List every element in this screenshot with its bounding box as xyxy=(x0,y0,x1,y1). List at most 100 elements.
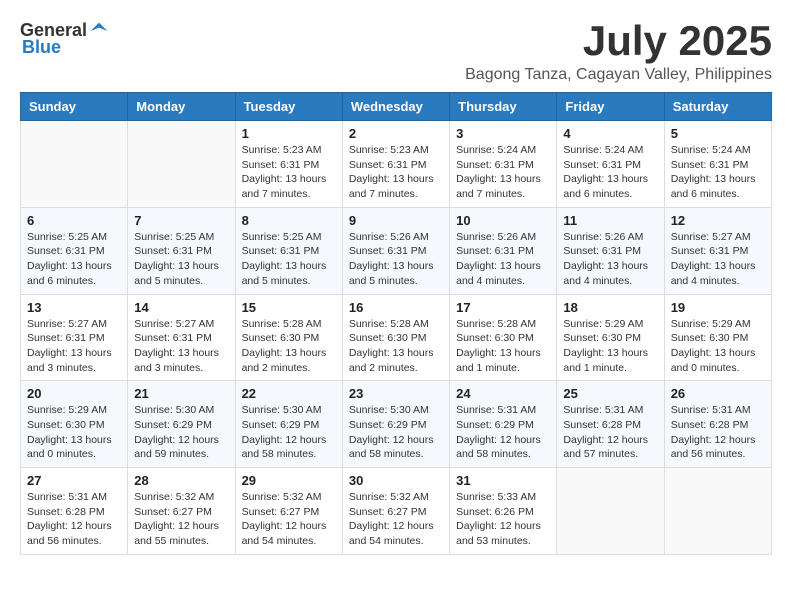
calendar-day-cell xyxy=(664,468,771,555)
calendar-day-cell: 2 Sunrise: 5:23 AMSunset: 6:31 PMDaylight… xyxy=(342,121,449,208)
calendar-day-cell: 27 Sunrise: 5:31 AMSunset: 6:28 PMDayligh… xyxy=(21,468,128,555)
day-info: Sunrise: 5:28 AMSunset: 6:30 PMDaylight:… xyxy=(349,317,443,376)
logo-blue: Blue xyxy=(22,37,61,58)
day-info: Sunrise: 5:30 AMSunset: 6:29 PMDaylight:… xyxy=(349,403,443,462)
calendar-table: SundayMondayTuesdayWednesdayThursdayFrid… xyxy=(20,92,772,555)
day-number: 16 xyxy=(349,300,443,315)
calendar-day-cell xyxy=(21,121,128,208)
day-number: 8 xyxy=(242,213,336,228)
day-info: Sunrise: 5:30 AMSunset: 6:29 PMDaylight:… xyxy=(134,403,228,462)
calendar-day-cell: 7 Sunrise: 5:25 AMSunset: 6:31 PMDaylight… xyxy=(128,207,235,294)
day-info: Sunrise: 5:29 AMSunset: 6:30 PMDaylight:… xyxy=(671,317,765,376)
day-info: Sunrise: 5:32 AMSunset: 6:27 PMDaylight:… xyxy=(349,490,443,549)
day-info: Sunrise: 5:27 AMSunset: 6:31 PMDaylight:… xyxy=(134,317,228,376)
page-header: General Blue July 2025 Bagong Tanza, Cag… xyxy=(20,20,772,84)
day-number: 29 xyxy=(242,473,336,488)
day-number: 20 xyxy=(27,386,121,401)
day-number: 17 xyxy=(456,300,550,315)
calendar-day-cell: 18 Sunrise: 5:29 AMSunset: 6:30 PMDayligh… xyxy=(557,294,664,381)
day-number: 2 xyxy=(349,126,443,141)
day-number: 18 xyxy=(563,300,657,315)
day-info: Sunrise: 5:24 AMSunset: 6:31 PMDaylight:… xyxy=(671,143,765,202)
day-number: 22 xyxy=(242,386,336,401)
day-number: 26 xyxy=(671,386,765,401)
day-number: 10 xyxy=(456,213,550,228)
calendar-day-cell: 20Sunrise: 5:29 AMSunset: 6:30 PMDayligh… xyxy=(21,381,128,468)
day-info: Sunrise: 5:26 AMSunset: 6:31 PMDaylight:… xyxy=(349,230,443,289)
calendar-weekday-header: Saturday xyxy=(664,93,771,121)
calendar-day-cell: 13Sunrise: 5:27 AMSunset: 6:31 PMDayligh… xyxy=(21,294,128,381)
calendar-day-cell: 23 Sunrise: 5:30 AMSunset: 6:29 PMDayligh… xyxy=(342,381,449,468)
calendar-day-cell xyxy=(128,121,235,208)
calendar-day-cell: 19 Sunrise: 5:29 AMSunset: 6:30 PMDayligh… xyxy=(664,294,771,381)
calendar-week-row: 27 Sunrise: 5:31 AMSunset: 6:28 PMDayligh… xyxy=(21,468,772,555)
day-info: Sunrise: 5:31 AMSunset: 6:28 PMDaylight:… xyxy=(27,490,121,549)
day-number: 9 xyxy=(349,213,443,228)
day-info: Sunrise: 5:28 AMSunset: 6:30 PMDaylight:… xyxy=(242,317,336,376)
month-title: July 2025 xyxy=(465,20,772,62)
day-info: Sunrise: 5:23 AMSunset: 6:31 PMDaylight:… xyxy=(242,143,336,202)
day-info: Sunrise: 5:25 AMSunset: 6:31 PMDaylight:… xyxy=(134,230,228,289)
calendar-weekday-header: Friday xyxy=(557,93,664,121)
calendar-day-cell: 10 Sunrise: 5:26 AMSunset: 6:31 PMDayligh… xyxy=(450,207,557,294)
calendar-week-row: 1Sunrise: 5:23 AMSunset: 6:31 PMDaylight… xyxy=(21,121,772,208)
calendar-day-cell: 9 Sunrise: 5:26 AMSunset: 6:31 PMDaylight… xyxy=(342,207,449,294)
calendar-week-row: 6 Sunrise: 5:25 AMSunset: 6:31 PMDaylight… xyxy=(21,207,772,294)
calendar-week-row: 20Sunrise: 5:29 AMSunset: 6:30 PMDayligh… xyxy=(21,381,772,468)
calendar-day-cell: 29 Sunrise: 5:32 AMSunset: 6:27 PMDayligh… xyxy=(235,468,342,555)
day-info: Sunrise: 5:27 AMSunset: 6:31 PMDaylight:… xyxy=(27,317,121,376)
day-number: 3 xyxy=(456,126,550,141)
day-number: 23 xyxy=(349,386,443,401)
day-info: Sunrise: 5:30 AMSunset: 6:29 PMDaylight:… xyxy=(242,403,336,462)
page-container: General Blue July 2025 Bagong Tanza, Cag… xyxy=(20,20,772,555)
calendar-day-cell: 17 Sunrise: 5:28 AMSunset: 6:30 PMDayligh… xyxy=(450,294,557,381)
day-number: 11 xyxy=(563,213,657,228)
calendar-day-cell xyxy=(557,468,664,555)
calendar-weekday-header: Tuesday xyxy=(235,93,342,121)
calendar-day-cell: 8Sunrise: 5:25 AMSunset: 6:31 PMDaylight… xyxy=(235,207,342,294)
day-info: Sunrise: 5:24 AMSunset: 6:31 PMDaylight:… xyxy=(563,143,657,202)
day-number: 27 xyxy=(27,473,121,488)
calendar-day-cell: 28 Sunrise: 5:32 AMSunset: 6:27 PMDayligh… xyxy=(128,468,235,555)
calendar-day-cell: 24 Sunrise: 5:31 AMSunset: 6:29 PMDayligh… xyxy=(450,381,557,468)
day-info: Sunrise: 5:31 AMSunset: 6:29 PMDaylight:… xyxy=(456,403,550,462)
calendar-day-cell: 4Sunrise: 5:24 AMSunset: 6:31 PMDaylight… xyxy=(557,121,664,208)
day-number: 19 xyxy=(671,300,765,315)
calendar-day-cell: 21Sunrise: 5:30 AMSunset: 6:29 PMDayligh… xyxy=(128,381,235,468)
day-number: 12 xyxy=(671,213,765,228)
day-number: 6 xyxy=(27,213,121,228)
day-info: Sunrise: 5:31 AMSunset: 6:28 PMDaylight:… xyxy=(563,403,657,462)
calendar-week-row: 13Sunrise: 5:27 AMSunset: 6:31 PMDayligh… xyxy=(21,294,772,381)
day-number: 28 xyxy=(134,473,228,488)
day-info: Sunrise: 5:32 AMSunset: 6:27 PMDaylight:… xyxy=(242,490,336,549)
day-number: 7 xyxy=(134,213,228,228)
calendar-day-cell: 25 Sunrise: 5:31 AMSunset: 6:28 PMDayligh… xyxy=(557,381,664,468)
day-number: 14 xyxy=(134,300,228,315)
calendar-day-cell: 26Sunrise: 5:31 AMSunset: 6:28 PMDayligh… xyxy=(664,381,771,468)
calendar-weekday-header: Monday xyxy=(128,93,235,121)
calendar-day-cell: 5Sunrise: 5:24 AMSunset: 6:31 PMDaylight… xyxy=(664,121,771,208)
calendar-day-cell: 22 Sunrise: 5:30 AMSunset: 6:29 PMDayligh… xyxy=(235,381,342,468)
day-number: 30 xyxy=(349,473,443,488)
calendar-day-cell: 3Sunrise: 5:24 AMSunset: 6:31 PMDaylight… xyxy=(450,121,557,208)
calendar-day-cell: 14 Sunrise: 5:27 AMSunset: 6:31 PMDayligh… xyxy=(128,294,235,381)
calendar-day-cell: 31 Sunrise: 5:33 AMSunset: 6:26 PMDayligh… xyxy=(450,468,557,555)
day-number: 25 xyxy=(563,386,657,401)
day-info: Sunrise: 5:29 AMSunset: 6:30 PMDaylight:… xyxy=(563,317,657,376)
location: Bagong Tanza, Cagayan Valley, Philippine… xyxy=(465,66,772,84)
day-number: 31 xyxy=(456,473,550,488)
calendar-weekday-header: Sunday xyxy=(21,93,128,121)
day-info: Sunrise: 5:33 AMSunset: 6:26 PMDaylight:… xyxy=(456,490,550,549)
day-info: Sunrise: 5:28 AMSunset: 6:30 PMDaylight:… xyxy=(456,317,550,376)
calendar-day-cell: 16 Sunrise: 5:28 AMSunset: 6:30 PMDayligh… xyxy=(342,294,449,381)
calendar-day-cell: 6Sunrise: 5:25 AMSunset: 6:31 PMDaylight… xyxy=(21,207,128,294)
day-info: Sunrise: 5:23 AMSunset: 6:31 PMDaylight:… xyxy=(349,143,443,202)
calendar-header-row: SundayMondayTuesdayWednesdayThursdayFrid… xyxy=(21,93,772,121)
logo-icon xyxy=(89,21,109,41)
calendar-weekday-header: Wednesday xyxy=(342,93,449,121)
calendar-day-cell: 12Sunrise: 5:27 AMSunset: 6:31 PMDayligh… xyxy=(664,207,771,294)
day-info: Sunrise: 5:32 AMSunset: 6:27 PMDaylight:… xyxy=(134,490,228,549)
day-number: 24 xyxy=(456,386,550,401)
day-info: Sunrise: 5:26 AMSunset: 6:31 PMDaylight:… xyxy=(456,230,550,289)
day-number: 15 xyxy=(242,300,336,315)
